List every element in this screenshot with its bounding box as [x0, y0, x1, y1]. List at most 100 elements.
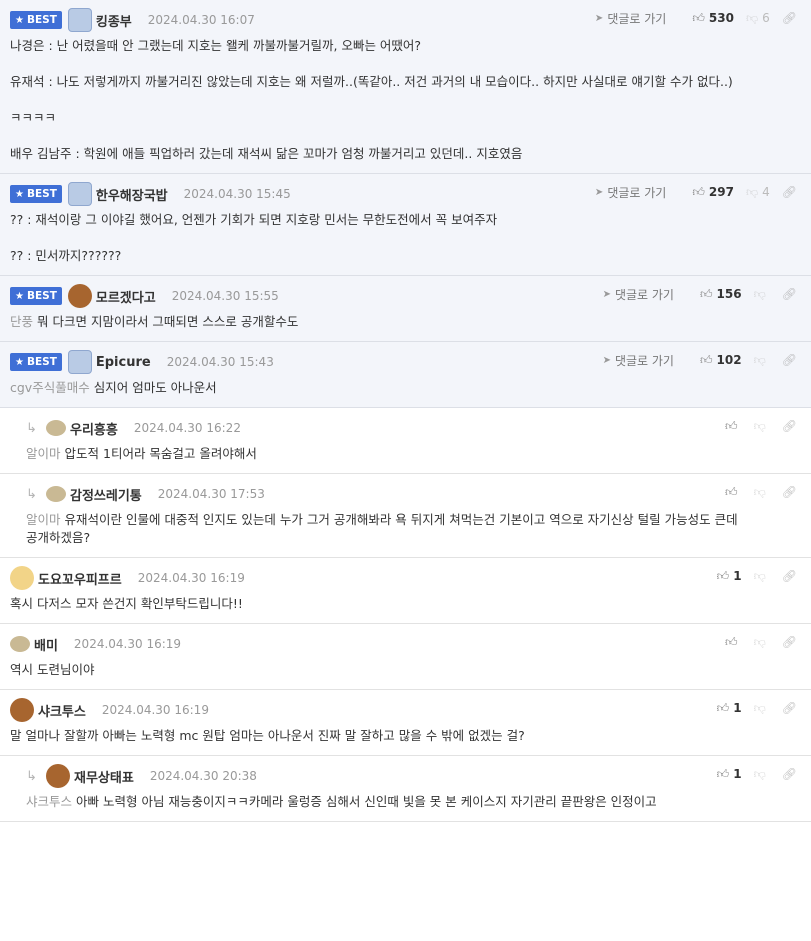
user-avatar-dot[interactable]: [10, 636, 30, 652]
comment-text: 역시 도련님이야: [10, 661, 801, 679]
thumbs-down-icon: 👎︎: [753, 700, 766, 715]
link-button[interactable]: 🔗︎: [782, 353, 801, 367]
user-avatar-blue[interactable]: [67, 182, 92, 206]
nickname[interactable]: 샤크투스: [38, 701, 86, 720]
comment-text: 알이마 압도적 1티어라 목숨걸고 올려야해서: [26, 445, 801, 463]
dislike-button[interactable]: 👎︎: [754, 701, 770, 716]
nickname[interactable]: 킹종부: [96, 11, 132, 30]
nickname[interactable]: 재무상태표: [74, 767, 134, 786]
comment-body: 압도적 1티어라 목숨걸고 올려야해서: [64, 446, 257, 461]
comment-date: 2024.04.30 16:19: [137, 571, 245, 585]
nickname[interactable]: 도요꼬우피프르: [38, 569, 122, 588]
thumbs-down-icon: 👎︎: [753, 634, 766, 649]
comment-body: 역시 도련님이야: [10, 662, 95, 677]
goto-comment-link[interactable]: ➤ 댓글로 가기: [595, 184, 666, 201]
link-icon: 🔗︎: [781, 635, 797, 649]
link-button[interactable]: 🔗︎: [782, 287, 801, 301]
comment-body: 뭐 다크면 지맘이라서 그때되면 스스로 공개할수도: [37, 314, 299, 329]
link-button[interactable]: 🔗︎: [782, 569, 801, 583]
comment-item: ↳ 재무상태표 2024.04.30 20:38 👍︎ 1 👎︎ 🔗︎ 샤크투스 아빠 노력형 …: [0, 756, 811, 822]
user-avatar-blue[interactable]: [67, 8, 92, 32]
user-avatar-fox[interactable]: [10, 566, 34, 590]
dislike-button[interactable]: 👎︎: [754, 485, 770, 500]
like-count: 530: [708, 11, 734, 25]
dislike-button[interactable]: 👎︎: [754, 569, 770, 584]
link-icon: 🔗︎: [781, 569, 797, 583]
link-button[interactable]: 🔗︎: [782, 485, 801, 499]
nickname[interactable]: 배미: [34, 635, 58, 654]
user-avatar-dot[interactable]: [46, 420, 66, 436]
comment-actions: 👍︎ 👎︎ 🔗︎: [713, 633, 801, 651]
comment-body: 나경은 : 난 어렸을때 안 그랬는데 지호는 왤케 까불까불거릴까, 오빠는 …: [10, 38, 733, 161]
link-button[interactable]: 🔗︎: [782, 185, 801, 199]
nickname[interactable]: 감정쓰레기통: [70, 485, 142, 504]
nickname[interactable]: 모르겠다고: [96, 287, 156, 306]
like-button[interactable]: 👍︎ 530: [692, 11, 734, 26]
link-button[interactable]: 🔗︎: [782, 11, 801, 25]
user-avatar-blue[interactable]: [67, 350, 92, 374]
goto-label: 댓글로 가기: [614, 287, 674, 302]
thumbs-down-icon: 👎︎: [753, 286, 766, 301]
nickname[interactable]: 우리흥흥: [70, 419, 118, 438]
thumbs-up-icon: 👍︎: [699, 352, 713, 367]
comment-actions: ➤ 댓글로 가기 👍︎ 156 👎︎ 🔗︎: [603, 285, 801, 303]
link-button[interactable]: 🔗︎: [782, 419, 801, 433]
like-button[interactable]: 👍︎: [725, 635, 742, 650]
like-button[interactable]: 👍︎: [725, 485, 742, 500]
link-button[interactable]: 🔗︎: [782, 635, 801, 649]
user-avatar-brown[interactable]: [67, 284, 92, 308]
goto-comment-link[interactable]: ➤ 댓글로 가기: [603, 352, 674, 369]
send-icon: ➤: [594, 186, 604, 198]
comment-actions: ➤ 댓글로 가기 👍︎ 530 👎︎ 6 🔗︎: [595, 9, 801, 27]
reply-arrow-icon: ↳: [26, 768, 37, 784]
best-label: BEST: [26, 356, 57, 368]
link-button[interactable]: 🔗︎: [782, 767, 801, 781]
like-count: 156: [716, 287, 742, 301]
mention-nick[interactable]: 샤크투스: [26, 794, 72, 809]
comment-body: 혹시 다저스 모자 쓴건지 확인부탁드립니다!!: [10, 596, 243, 611]
dislike-button[interactable]: 👎︎: [754, 287, 770, 302]
dislike-button[interactable]: 👎︎ 6: [746, 11, 770, 26]
dislike-button[interactable]: 👎︎: [754, 353, 770, 368]
user-avatar-brown[interactable]: [10, 698, 34, 722]
like-button[interactable]: 👍︎: [725, 419, 742, 434]
user-avatar-dot[interactable]: [46, 486, 66, 502]
goto-label: 댓글로 가기: [607, 185, 667, 200]
like-button[interactable]: 👍︎ 156: [700, 287, 742, 302]
like-button[interactable]: 👍︎ 102: [700, 353, 742, 368]
comment-header: ↳ 감정쓰레기통 2024.04.30 17:53: [26, 483, 801, 505]
dislike-button[interactable]: 👎︎: [754, 419, 770, 434]
mention-nick[interactable]: cgv주식풀매수: [10, 380, 90, 395]
like-button[interactable]: 👍︎ 1: [717, 767, 742, 782]
like-button[interactable]: 👍︎ 297: [692, 185, 734, 200]
dislike-button[interactable]: 👎︎ 4: [746, 185, 770, 200]
like-button[interactable]: 👍︎ 1: [717, 701, 742, 716]
mention-nick[interactable]: 알이마: [26, 512, 61, 527]
comment-text: 혹시 다저스 모자 쓴건지 확인부탁드립니다!!: [10, 595, 801, 613]
nickname[interactable]: 한우해장국밥: [96, 185, 168, 204]
goto-comment-link[interactable]: ➤ 댓글로 가기: [603, 286, 674, 303]
comment-date: 2024.04.30 15:55: [171, 289, 279, 303]
comment-item: ★ BEST 킹종부 2024.04.30 16:07 ➤ 댓글로 가기 👍︎ 530 👎︎ 6 🔗…: [0, 0, 811, 174]
like-button[interactable]: 👍︎ 1: [717, 569, 742, 584]
star-icon: ★: [15, 14, 24, 26]
dislike-button[interactable]: 👎︎: [754, 635, 770, 650]
user-avatar-brown[interactable]: [46, 764, 70, 788]
mention-nick[interactable]: 알이마: [26, 446, 61, 461]
comment-body: 아빠 노력형 아님 재능충이지ㅋㅋ카메라 울렁증 심해서 신인때 빛을 못 본 …: [76, 794, 657, 809]
send-icon: ➤: [594, 12, 604, 24]
comment-item: ★ BEST Epicure 2024.04.30 15:43 ➤ 댓글로 가기 👍︎ 102…: [0, 342, 811, 408]
dislike-button[interactable]: 👎︎: [754, 767, 770, 782]
comment-body: ?? : 재석이랑 그 이야길 했어요, 언젠가 기회가 되면 지호랑 민서는 …: [10, 212, 498, 263]
dislike-count: 6: [762, 11, 770, 25]
comment-text: 샤크투스 아빠 노력형 아님 재능충이지ㅋㅋ카메라 울렁증 심해서 신인때 빛을 …: [26, 793, 801, 811]
nickname[interactable]: Epicure: [96, 355, 151, 370]
thumbs-up-icon: 👍︎: [716, 700, 730, 715]
link-button[interactable]: 🔗︎: [782, 701, 801, 715]
comment-text: 알이마 유재석이란 인물에 대중적 인지도 있는데 누가 그거 공개해봐라 욕 뒤…: [26, 511, 801, 547]
link-icon: 🔗︎: [781, 11, 797, 25]
thumbs-down-icon: 👎︎: [753, 352, 766, 367]
goto-comment-link[interactable]: ➤ 댓글로 가기: [595, 10, 666, 27]
best-label: BEST: [26, 188, 57, 200]
mention-nick[interactable]: 단풍: [10, 314, 33, 329]
